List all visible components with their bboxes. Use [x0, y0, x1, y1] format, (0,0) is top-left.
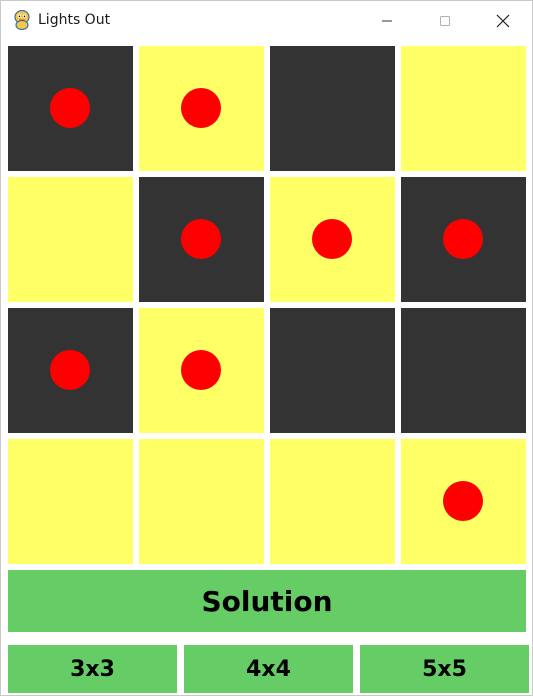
light-cell-r4-c3[interactable] [270, 439, 395, 564]
solution-marker [181, 219, 221, 259]
maximize-icon [440, 15, 450, 26]
light-cell-r3-c2[interactable] [139, 308, 264, 433]
light-cell-r3-c3[interactable] [270, 308, 395, 433]
light-cell-r4-c2[interactable] [139, 439, 264, 564]
solution-marker [181, 350, 221, 390]
light-cell-r2-c3[interactable] [270, 177, 395, 302]
maximize-button[interactable] [416, 1, 474, 40]
light-cell-r4-c4[interactable] [401, 439, 526, 564]
solution-marker [443, 481, 483, 521]
light-cell-r2-c1[interactable] [8, 177, 133, 302]
size-4x4-button[interactable]: 4x4 [184, 645, 353, 693]
python-snake-icon [14, 10, 30, 30]
size-3x3-button[interactable]: 3x3 [8, 645, 177, 693]
close-button[interactable] [474, 1, 532, 40]
light-cell-r1-c3[interactable] [270, 46, 395, 171]
minimize-icon [382, 20, 392, 21]
solution-marker [443, 219, 483, 259]
light-cell-r1-c4[interactable] [401, 46, 526, 171]
size-5x5-button[interactable]: 5x5 [360, 645, 529, 693]
solution-marker [312, 219, 352, 259]
minimize-button[interactable] [358, 1, 416, 40]
light-cell-r1-c2[interactable] [139, 46, 264, 171]
light-cell-r2-c4[interactable] [401, 177, 526, 302]
window-title: Lights Out [38, 12, 111, 28]
light-cell-r4-c1[interactable] [8, 439, 133, 564]
solution-marker [181, 88, 221, 128]
light-cell-r3-c1[interactable] [8, 308, 133, 433]
close-icon [496, 14, 510, 27]
solution-marker [50, 350, 90, 390]
light-cell-r1-c1[interactable] [8, 46, 133, 171]
app-window: Lights Out Solution 3x3 4x4 5x5 [0, 0, 533, 696]
light-cell-r3-c4[interactable] [401, 308, 526, 433]
title-bar[interactable]: Lights Out [1, 1, 532, 40]
light-cell-r2-c2[interactable] [139, 177, 264, 302]
game-area: Solution 3x3 4x4 5x5 [1, 40, 532, 695]
solution-button[interactable]: Solution [8, 570, 526, 632]
solution-marker [50, 88, 90, 128]
